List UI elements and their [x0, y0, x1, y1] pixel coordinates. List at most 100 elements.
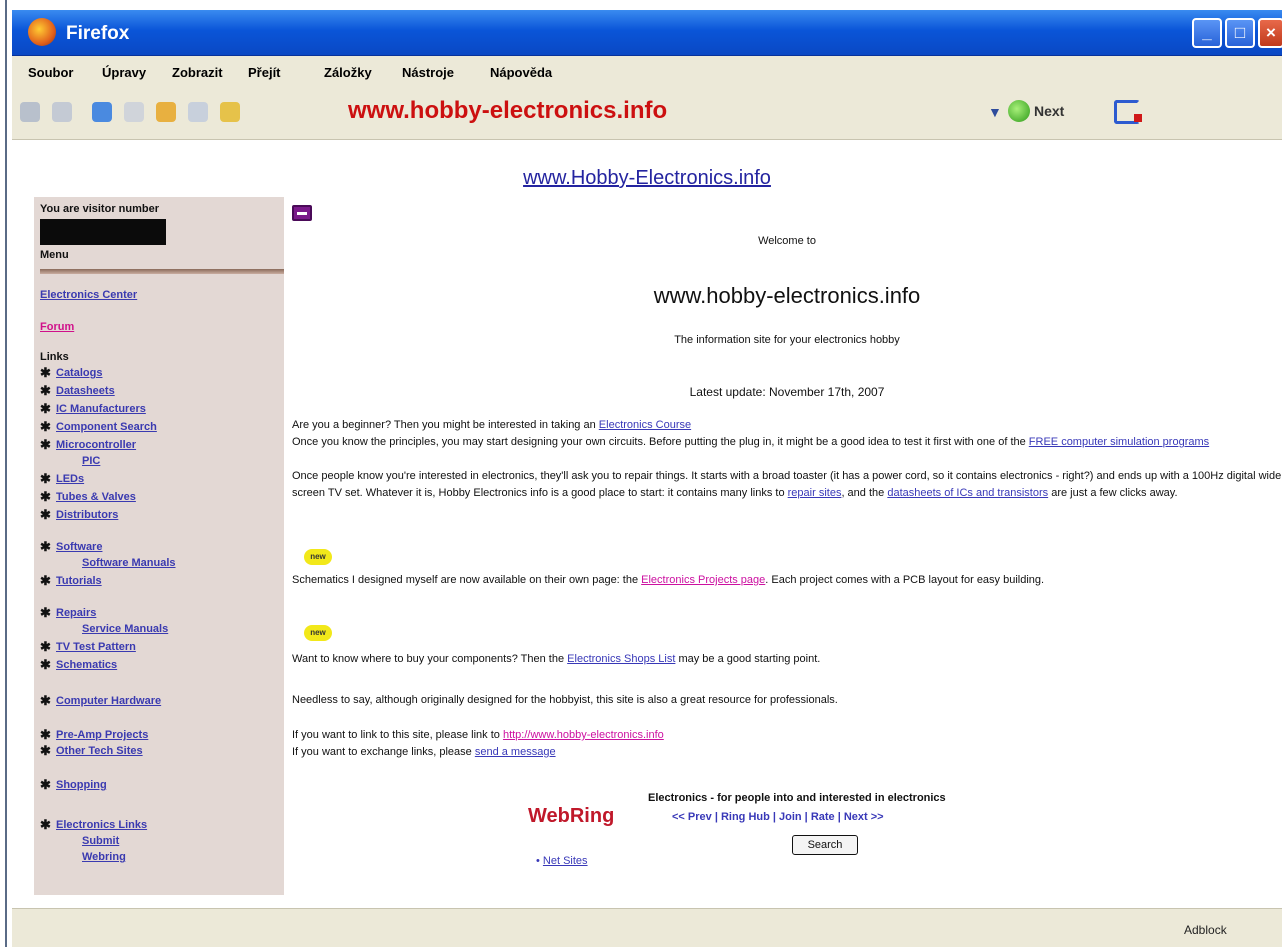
bullet-icon: ✱	[40, 573, 51, 588]
projects-page-link[interactable]: Electronics Projects page	[641, 574, 765, 586]
notice-icon	[292, 205, 312, 221]
bullet-icon: ✱	[40, 639, 51, 654]
new-badge: new	[304, 549, 332, 565]
simulation-text: Once you know the principles, you may st…	[292, 436, 1026, 448]
sidebar-item-ic-manufacturers[interactable]: IC Manufacturers	[56, 403, 146, 415]
menu-zobrazit[interactable]: Zobrazit	[172, 65, 223, 80]
webring-navigation[interactable]: << Prev | Ring Hub | Join | Rate | Next …	[672, 811, 884, 823]
webring-bullet: • Net Sites	[536, 855, 588, 867]
bullet-icon: ✱	[40, 419, 51, 434]
chevron-down-icon[interactable]: ▼	[988, 104, 1002, 120]
sidebar-item-electronics-links[interactable]: Electronics Links	[56, 819, 147, 831]
projects-text: Schematics I designed myself are now ava…	[292, 574, 639, 586]
paragraph-repair: Once people know you're interested in el…	[292, 468, 1282, 502]
visitor-label: You are visitor number	[40, 203, 159, 215]
bullet-icon: ✱	[40, 539, 51, 554]
menu-bar: Soubor Úpravy Zobrazit Přejít Záložky Ná…	[12, 56, 1282, 88]
menu-upravy[interactable]: Úpravy	[102, 65, 146, 80]
paragraph-beginner: Are you a beginner? Then you might be in…	[292, 417, 1282, 434]
sidebar-item-computer-hardware[interactable]: Computer Hardware	[56, 695, 161, 707]
go-icon[interactable]	[1008, 100, 1030, 122]
bullet-icon: ✱	[40, 693, 51, 708]
sidebar-item-schematics[interactable]: Schematics	[56, 659, 117, 671]
bullet-icon: ✱	[40, 507, 51, 522]
maximize-button[interactable]: □	[1225, 18, 1255, 48]
edge-rule	[5, 0, 7, 947]
sidebar-item-shopping[interactable]: Shopping	[56, 779, 107, 791]
webring-title[interactable]: Electronics - for people into and intere…	[648, 792, 946, 804]
sidebar-item-repairs[interactable]: Repairs	[56, 607, 96, 619]
sidebar-item-tubes-valves[interactable]: Tubes & Valves	[56, 491, 136, 503]
sidebar-item-component-search[interactable]: Component Search	[56, 421, 157, 433]
reload-icon[interactable]	[92, 102, 112, 122]
menu-nastroje[interactable]: Nástroje	[402, 65, 454, 80]
bullet-icon: ✱	[40, 365, 51, 380]
electronics-course-link[interactable]: Electronics Course	[599, 419, 691, 431]
close-button[interactable]: ×	[1258, 18, 1282, 48]
sidebar-item-tutorials[interactable]: Tutorials	[56, 575, 102, 587]
sidebar-subitem-service-manuals[interactable]: Service Manuals	[82, 623, 168, 635]
site-title-link[interactable]: www.Hobby-Electronics.info	[12, 167, 1282, 190]
sidebar-subitem-submit[interactable]: Submit	[82, 835, 119, 847]
repair-mid-text: , and the	[841, 487, 885, 499]
sidebar-item-microcontroller[interactable]: Microcontroller	[56, 439, 136, 451]
tagline: The information site for your electronic…	[674, 334, 900, 346]
webring-logo[interactable]: WebRing	[528, 805, 614, 828]
bookmarks-icon[interactable]	[220, 102, 240, 122]
bullet-icon: ✱	[40, 401, 51, 416]
sidebar-item-other-tech-sites[interactable]: Other Tech Sites	[56, 745, 143, 757]
minimize-button[interactable]: _	[1192, 18, 1222, 48]
latest-update: Latest update: November 17th, 2007	[689, 385, 885, 399]
site-url-link[interactable]: http://www.hobby-electronics.info	[503, 729, 664, 741]
bullet-icon: ✱	[40, 383, 51, 398]
window-title: Firefox	[66, 23, 130, 44]
extension-badge-icon	[1134, 114, 1142, 122]
sidebar-subitem-pic[interactable]: PIC	[82, 455, 100, 467]
simulation-programs-link[interactable]: FREE computer simulation programs	[1029, 436, 1209, 448]
repair-sites-link[interactable]: repair sites	[788, 487, 842, 499]
forward-icon[interactable]	[52, 102, 72, 122]
sidebar-item-catalogs[interactable]: Catalogs	[56, 367, 102, 379]
stop-icon[interactable]	[124, 102, 144, 122]
menu-zalozky[interactable]: Záložky	[324, 65, 372, 80]
bullet-icon: ✱	[40, 437, 51, 452]
paragraph-projects: Schematics I designed myself are now ava…	[292, 572, 1282, 589]
page-content: www.Hobby-Electronics.info You are visit…	[12, 141, 1282, 908]
sidebar-item-tv-test-pattern[interactable]: TV Test Pattern	[56, 641, 136, 653]
bullet-icon: ✱	[40, 489, 51, 504]
sidebar-item-pre-amp-projects[interactable]: Pre-Amp Projects	[56, 729, 148, 741]
webring-net-sites-link[interactable]: Net Sites	[543, 855, 588, 867]
menu-soubor[interactable]: Soubor	[28, 65, 74, 80]
datasheets-link[interactable]: datasheets of ICs and transistors	[887, 487, 1048, 499]
navigation-toolbar: www.hobby-electronics.info ▼ Next	[12, 88, 1282, 140]
address-bar[interactable]: www.hobby-electronics.info	[348, 97, 667, 125]
sidebar-link-forum[interactable]: Forum	[40, 321, 74, 333]
menu-heading: Menu	[40, 249, 69, 261]
menu-napoveda[interactable]: Nápověda	[490, 65, 552, 80]
sidebar-subitem-software-manuals[interactable]: Software Manuals	[82, 557, 176, 569]
webring-bullet-glyph: •	[536, 855, 543, 867]
sidebar-link-electronics-center[interactable]: Electronics Center	[40, 289, 137, 301]
shops-end-text: may be a good starting point.	[675, 653, 821, 665]
sidebar-item-datasheets[interactable]: Datasheets	[56, 385, 115, 397]
go-button-label[interactable]: Next	[1034, 103, 1064, 119]
left-edge	[0, 0, 12, 947]
send-message-link[interactable]: send a message	[475, 746, 556, 758]
shops-list-link[interactable]: Electronics Shops List	[567, 653, 675, 665]
paragraph-exchange: If you want to exchange links, please se…	[292, 744, 1282, 761]
sidebar-item-distributors[interactable]: Distributors	[56, 509, 118, 521]
sidebar-item-software[interactable]: Software	[56, 541, 102, 553]
sidebar-item-leds[interactable]: LEDs	[56, 473, 84, 485]
home-icon[interactable]	[156, 102, 176, 122]
menu-prejit[interactable]: Přejít	[248, 65, 281, 80]
bullet-icon: ✱	[40, 817, 51, 832]
shops-text: Want to know where to buy your component…	[292, 653, 565, 665]
sidebar-subitem-webring[interactable]: Webring	[82, 851, 126, 863]
history-icon[interactable]	[188, 102, 208, 122]
bullet-icon: ✱	[40, 657, 51, 672]
webring-search-button[interactable]: Search	[792, 835, 858, 855]
sidebar-divider	[40, 269, 284, 274]
visitor-counter	[40, 219, 166, 245]
adblock-status[interactable]: Adblock	[1184, 923, 1227, 937]
back-icon[interactable]	[20, 102, 40, 122]
